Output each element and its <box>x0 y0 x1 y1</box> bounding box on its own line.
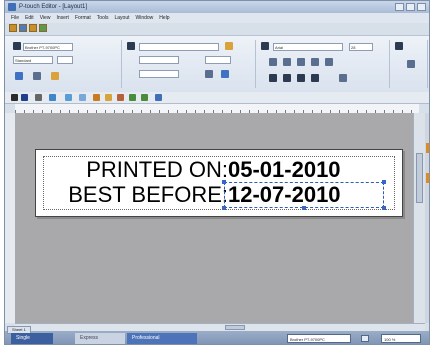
text-tool-icon[interactable] <box>21 94 28 101</box>
property-ribbon: Brother PT-9700PC Standard Arial 28 <box>5 35 429 93</box>
font-panel: Arial 28 <box>259 40 390 88</box>
scroll-thumb[interactable] <box>416 153 423 203</box>
menu-insert[interactable]: Insert <box>56 13 69 23</box>
undo-icon[interactable] <box>129 94 136 101</box>
mode-single-button[interactable]: Single <box>11 333 53 344</box>
printer-select[interactable]: Brother PT-9700PC <box>23 43 73 51</box>
scroll-thumb[interactable] <box>225 325 245 330</box>
menu-format[interactable]: Format <box>75 13 91 23</box>
minimize-button[interactable] <box>395 3 404 11</box>
paste-icon[interactable] <box>117 94 124 101</box>
side-strip <box>425 113 429 323</box>
paper-icon <box>127 42 135 50</box>
selection-box[interactable] <box>224 182 384 208</box>
shape-tool-icon[interactable] <box>49 94 56 101</box>
resize-handle[interactable] <box>382 206 386 210</box>
italic-icon[interactable] <box>283 58 291 66</box>
mode-express-button[interactable]: Express <box>75 333 125 344</box>
resize-handle[interactable] <box>302 206 306 210</box>
length-field[interactable] <box>139 56 179 64</box>
copy-icon[interactable] <box>105 94 112 101</box>
cut-icon[interactable] <box>93 94 100 101</box>
save-icon[interactable] <box>29 24 37 32</box>
resize-handle[interactable] <box>382 180 386 184</box>
paper-color-icon[interactable] <box>225 42 233 50</box>
paper-panel <box>125 40 256 88</box>
color-icon[interactable] <box>51 72 59 80</box>
marker <box>426 143 429 153</box>
text-direction-icon[interactable] <box>339 74 347 82</box>
align-right-icon[interactable] <box>297 74 305 82</box>
orientation-select[interactable] <box>139 70 179 78</box>
label-tape[interactable]: PRINTED ON: BEST BEFORE: 05-01-2010 12-0… <box>35 149 403 217</box>
menu-view[interactable]: View <box>40 13 51 23</box>
app-icon <box>8 3 16 11</box>
mode-professional-button[interactable]: Professional <box>127 333 197 344</box>
menu-file[interactable]: File <box>11 13 19 23</box>
shadow-icon[interactable] <box>325 58 333 66</box>
draw-toolbar <box>5 92 429 104</box>
close-button[interactable] <box>417 3 426 11</box>
open-icon[interactable] <box>19 24 27 32</box>
align-left-icon[interactable] <box>269 74 277 82</box>
menu-layout[interactable]: Layout <box>114 13 129 23</box>
format-select[interactable] <box>139 43 219 51</box>
quick-access-toolbar <box>9 24 47 34</box>
layout-panel <box>393 40 428 88</box>
font-size-select[interactable]: 28 <box>349 43 373 51</box>
menu-tools[interactable]: Tools <box>97 13 109 23</box>
length-icon[interactable] <box>15 72 23 80</box>
zoom-select[interactable]: 100 % <box>381 334 421 343</box>
window-title: P-touch Editor - [Layout1] <box>19 4 88 10</box>
menu-window[interactable]: Window <box>136 13 154 23</box>
redo-icon[interactable] <box>141 94 148 101</box>
media-select[interactable]: Standard <box>13 56 53 64</box>
width-field[interactable] <box>57 56 73 64</box>
resize-handle[interactable] <box>222 206 226 210</box>
resize-handle[interactable] <box>222 180 226 184</box>
printer-panel: Brother PT-9700PC Standard <box>11 40 122 88</box>
menu-help[interactable]: Help <box>159 13 169 23</box>
app-window: P-touch Editor - [Layout1] File Edit Vie… <box>4 0 430 345</box>
strikeout-icon[interactable] <box>311 58 319 66</box>
printer-icon <box>13 42 21 50</box>
zoom-icon[interactable] <box>155 94 162 101</box>
rotate-icon[interactable] <box>205 70 213 78</box>
justify-icon[interactable] <box>311 74 319 82</box>
underline-icon[interactable] <box>297 58 305 66</box>
menu-edit[interactable]: Edit <box>25 13 34 23</box>
layout-canvas[interactable]: PRINTED ON: BEST BEFORE: 05-01-2010 12-0… <box>15 113 413 323</box>
margin-field[interactable] <box>205 56 231 64</box>
bold-icon[interactable] <box>269 58 277 66</box>
layout-icon <box>395 42 403 50</box>
arrange-icon[interactable] <box>407 60 415 68</box>
align-center-icon[interactable] <box>283 74 291 82</box>
barcode-tool-icon[interactable] <box>65 94 72 101</box>
maximize-button[interactable] <box>406 3 415 11</box>
best-before-label[interactable]: BEST BEFORE: <box>68 183 228 207</box>
title-bar: P-touch Editor - [Layout1] <box>5 1 429 13</box>
status-bar: Sheet 1 Single Express Professional Brot… <box>5 326 429 344</box>
line-tool-icon[interactable] <box>35 94 42 101</box>
font-select[interactable]: Arial <box>273 43 343 51</box>
font-icon <box>261 42 269 50</box>
printed-on-date[interactable]: 05-01-2010 <box>228 158 341 182</box>
print-preview-icon[interactable] <box>361 335 369 342</box>
marker <box>426 173 429 183</box>
new-icon[interactable] <box>9 24 17 32</box>
frame-icon[interactable] <box>221 70 229 78</box>
window-controls <box>395 3 426 11</box>
menu-bar: File Edit View Insert Format Tools Layou… <box>5 13 429 23</box>
printer-status-select[interactable]: Brother PT-9700PC <box>287 334 351 343</box>
margin-icon[interactable] <box>33 72 41 80</box>
image-tool-icon[interactable] <box>79 94 86 101</box>
select-arrow-icon[interactable] <box>11 94 18 101</box>
print-icon[interactable] <box>39 24 47 32</box>
printed-on-label[interactable]: PRINTED ON: <box>86 158 228 182</box>
